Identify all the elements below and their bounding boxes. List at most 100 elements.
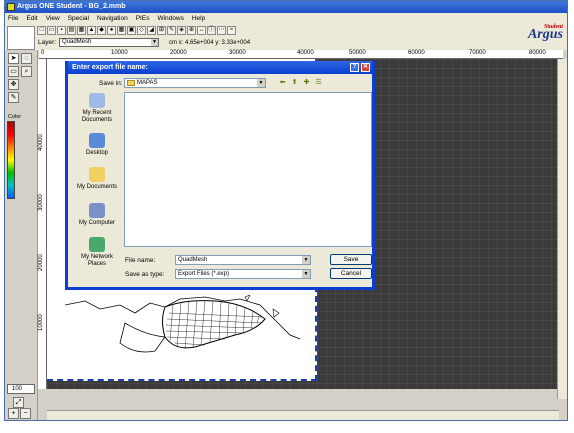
horizontal-scrollbar[interactable] (47, 410, 559, 420)
new-file-icon[interactable]: □ (37, 26, 46, 35)
tool-c-icon[interactable]: ● (107, 26, 116, 35)
ruler-tick: 70000 (469, 50, 486, 56)
menu-pies[interactable]: PIEs (136, 13, 150, 24)
menu-help[interactable]: Help (192, 13, 205, 24)
color-scale (7, 121, 15, 199)
fit-view-icon[interactable]: ⤢ (13, 397, 24, 408)
zoom-input[interactable]: 100 (7, 384, 35, 394)
save-in-select[interactable]: MAPAS ▼ (124, 78, 266, 88)
place-label: My Recent Documents (81, 110, 113, 123)
info-tool-icon[interactable]: ⓘ (207, 26, 216, 35)
magnify-tool-icon[interactable]: ⌕ (21, 66, 32, 77)
zoom-tool-icon[interactable]: ⊕ (187, 26, 196, 35)
argus-logo: Student Argus (528, 24, 563, 43)
network-places-icon (89, 237, 105, 252)
chevron-down-icon[interactable]: ▼ (302, 256, 310, 264)
back-icon[interactable]: ⬅ (278, 78, 287, 87)
export-dialog: Enter export file name: ? ✕ Save in: MAP… (65, 61, 375, 290)
save-as-type-select[interactable]: Export Files (*.exp) ▼ (175, 269, 311, 279)
copy-icon[interactable]: ▦ (77, 26, 86, 35)
chart-tool-icon[interactable]: ◢ (147, 26, 156, 35)
place-label: My Network Places (81, 254, 113, 267)
ruler-tick: 30000 (229, 50, 246, 56)
up-folder-icon[interactable]: ⬆ (290, 78, 299, 87)
ruler-tick: 30000 (38, 194, 44, 211)
mesh-map (65, 295, 301, 353)
lasso-tool-icon[interactable]: ◌ (21, 53, 32, 64)
my-documents-icon (89, 167, 105, 182)
tool-panel: ➤ ◌ ▭ ⌕ ✥ ✎ Color 100 ⤢ + − (5, 50, 38, 420)
layer-select[interactable]: QuadMesh ▼ (59, 38, 159, 47)
open-folder-icon[interactable]: ▭ (47, 26, 56, 35)
save-as-type-label: Save as type: (125, 271, 165, 278)
place-my-computer[interactable]: My Computer (72, 203, 122, 227)
desktop-icon (89, 133, 105, 148)
dialog-title: Enter export file name: (72, 64, 148, 71)
ruler-vertical: 40000 30000 20000 10000 (38, 59, 47, 389)
pencil-tool-icon[interactable]: ✎ (8, 92, 19, 103)
measure-tool-icon[interactable]: ↔ (197, 26, 206, 35)
arrow-tool-icon[interactable]: ➤ (8, 53, 19, 64)
menu-view[interactable]: View (46, 13, 60, 24)
view-menu-icon[interactable]: ☰ (314, 78, 323, 87)
link-tool-icon[interactable]: ⊞ (157, 26, 166, 35)
place-recent-documents[interactable]: My Recent Documents (72, 93, 122, 124)
vertical-scrollbar[interactable] (557, 59, 567, 399)
rect-tool-icon[interactable]: ▭ (8, 66, 19, 77)
save-as-type-value: Export Files (*.exp) (178, 271, 230, 277)
place-my-network[interactable]: My Network Places (72, 237, 122, 268)
node-tool-icon[interactable]: ⋯ (217, 26, 226, 35)
print-icon[interactable]: ▤ (67, 26, 76, 35)
menu-windows[interactable]: Windows (157, 13, 183, 24)
save-in-label: Save in: (99, 80, 123, 87)
file-list[interactable] (124, 92, 372, 247)
grid-icon[interactable]: ▦ (117, 26, 126, 35)
menu-edit[interactable]: Edit (26, 13, 37, 24)
save-button[interactable]: Save (330, 254, 372, 265)
zoom-in-icon[interactable]: + (8, 408, 19, 419)
tool-b-icon[interactable]: ◆ (97, 26, 106, 35)
ruler-tick: 20000 (170, 50, 187, 56)
app-icon (7, 3, 15, 11)
color-label: Color (8, 114, 22, 120)
place-desktop[interactable]: Desktop (72, 133, 122, 157)
tool-a-icon[interactable]: ▲ (87, 26, 96, 35)
ruler-tick: 10000 (38, 314, 44, 331)
place-label: Desktop (85, 150, 108, 156)
ruler-tick: 50000 (349, 50, 366, 56)
chevron-down-icon[interactable]: ▼ (257, 79, 265, 87)
ruler-tick: 40000 (38, 134, 44, 151)
pan-tool-icon[interactable]: ✥ (8, 79, 19, 90)
ruler-horizontal: 0 10000 20000 30000 40000 50000 60000 70… (39, 50, 563, 59)
menu-special[interactable]: Special (68, 13, 89, 24)
layer-tool-icon[interactable]: ▣ (127, 26, 136, 35)
help-icon[interactable]: ? (350, 63, 359, 72)
folder-icon (127, 80, 135, 86)
layer-label: Layer: (38, 39, 57, 46)
ruler-tick: 20000 (38, 254, 44, 271)
new-folder-icon[interactable]: ✚ (302, 78, 311, 87)
select-tool-icon[interactable]: ◈ (177, 26, 186, 35)
chevron-down-icon[interactable]: ▼ (151, 39, 158, 46)
place-my-documents[interactable]: My Documents (72, 167, 122, 191)
menu-bar: File Edit View Special Navigation PIEs W… (5, 13, 567, 24)
cancel-button[interactable]: Cancel (330, 268, 372, 279)
logo-subtitle: Student (543, 24, 563, 30)
place-label: My Computer (78, 220, 115, 226)
window-title: Argus ONE Student - BG_2.mmb (17, 3, 126, 10)
recent-documents-icon (89, 93, 105, 108)
edit-tool-icon[interactable]: ✎ (167, 26, 176, 35)
save-in-value: MAPAS (137, 80, 158, 86)
save-icon[interactable]: ▪ (57, 26, 66, 35)
close-icon[interactable]: ✕ (361, 63, 370, 72)
file-name-input[interactable]: QuadMesh ▼ (175, 255, 311, 265)
layer-select-value: QuadMesh (62, 39, 92, 45)
zoom-out-icon[interactable]: − (20, 408, 31, 419)
menu-navigation[interactable]: Navigation (97, 13, 128, 24)
file-name-label: File name: (125, 257, 156, 264)
chevron-down-icon[interactable]: ▼ (302, 270, 310, 278)
mesh-tool-icon[interactable]: ◇ (137, 26, 146, 35)
ruler-tick: 10000 (111, 50, 128, 56)
contour-tool-icon[interactable]: ≈ (227, 26, 236, 35)
menu-file[interactable]: File (8, 13, 18, 24)
